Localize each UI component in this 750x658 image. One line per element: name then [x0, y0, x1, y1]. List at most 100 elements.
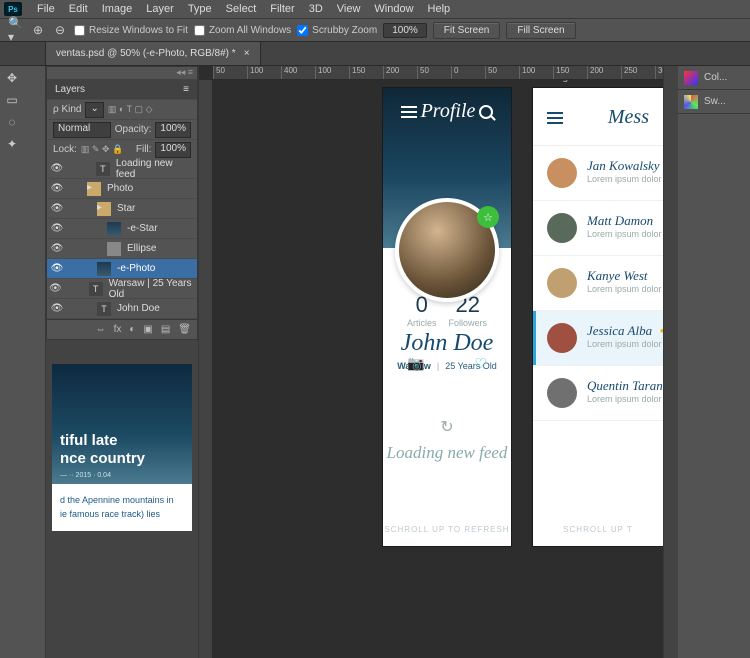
artboard-profile[interactable]: Profile Profile ☆ 0Articles 22Followers …: [383, 88, 511, 546]
menu-layer[interactable]: Layer: [139, 1, 181, 17]
artboard-messages-label: Messages: [533, 80, 579, 83]
layer-mask-icon[interactable]: ◐: [129, 324, 135, 335]
stat-followers-label: Followers: [448, 318, 487, 328]
delete-layer-icon[interactable]: 🗑: [178, 324, 191, 335]
message-name: Jan Kowalsky •: [587, 158, 663, 174]
layer-thumb: T: [97, 302, 111, 316]
message-name: Jessica Alba •: [587, 323, 663, 339]
layer-thumb: [97, 262, 111, 276]
layer-row[interactable]: 👁 -e-Photo: [47, 259, 197, 279]
dock-color[interactable]: Col...: [678, 66, 750, 90]
menu-type[interactable]: Type: [181, 1, 219, 17]
message-name: Quentin Taranti: [587, 378, 663, 394]
heart-icon: ♡: [474, 355, 487, 372]
menu-select[interactable]: Select: [219, 1, 264, 17]
menu-filter[interactable]: Filter: [263, 1, 301, 17]
ruler-horizontal: 5010040010015020050050100150200250300350…: [213, 66, 663, 80]
message-snippet: Lorem ipsum dolor sit: [587, 284, 663, 294]
lasso-tool-icon[interactable]: ◌: [2, 112, 22, 132]
profile-name: John Doe: [383, 330, 511, 357]
hamburger-icon: [401, 106, 417, 118]
lock-icons[interactable]: ▥ ✎ ✥ 🔒: [81, 144, 123, 155]
dock-swatches[interactable]: Sw...: [678, 90, 750, 114]
visibility-icon[interactable]: 👁: [47, 163, 67, 174]
scrubby-zoom-checkbox[interactable]: Scrubby Zoom: [297, 25, 377, 36]
zoom-all-checkbox[interactable]: Zoom All Windows: [194, 25, 291, 36]
menu-help[interactable]: Help: [421, 1, 458, 17]
menu-3d[interactable]: 3D: [302, 1, 330, 17]
layer-row[interactable]: 👁TJohn Doe: [47, 299, 197, 319]
fill-screen-button[interactable]: Fill Screen: [506, 22, 575, 39]
layer-name: Star: [117, 203, 135, 214]
fit-screen-button[interactable]: Fit Screen: [433, 22, 501, 39]
visibility-icon[interactable]: 👁: [47, 183, 67, 194]
zoom-tool-icon[interactable]: 🔍▾: [8, 22, 24, 38]
menu-edit[interactable]: Edit: [62, 1, 95, 17]
document-tab[interactable]: ventas.psd @ 50% (-e-Photo, RGB/8#) * ×: [46, 42, 261, 65]
close-tab-icon[interactable]: ×: [244, 48, 250, 59]
message-snippet: Lorem ipsum dolor sit: [587, 394, 663, 404]
refresh-hint: SCHROLL UP TO REFRESH: [383, 525, 511, 534]
visibility-icon[interactable]: 👁: [47, 303, 67, 314]
layer-row[interactable]: 👁 -e-Star: [47, 219, 197, 239]
fill-label: Fill:: [136, 144, 152, 155]
opacity-label: Opacity:: [115, 124, 152, 135]
layer-name: -e-Photo: [117, 263, 155, 274]
message-item[interactable]: Matt DamonLorem ipsum dolor sit: [533, 201, 663, 256]
visibility-icon[interactable]: 👁: [47, 203, 67, 214]
zoom-in-icon[interactable]: ⊕: [30, 22, 46, 38]
panel-menu-icon[interactable]: ≡: [183, 84, 189, 95]
visibility-icon[interactable]: 👁: [47, 223, 67, 234]
loading-spinner-icon: ↻: [383, 417, 511, 437]
message-item[interactable]: Kanye WestLorem ipsum dolor sit: [533, 256, 663, 311]
profile-age: 25 Years Old: [445, 361, 497, 371]
layer-thumb: ▸: [87, 182, 101, 196]
layer-row[interactable]: 👁Ellipse: [47, 239, 197, 259]
layer-thumb: T: [89, 282, 103, 296]
message-item[interactable]: Jessica Alba •Lorem ipsum dolor sit: [533, 311, 663, 366]
visibility-icon[interactable]: 👁: [47, 283, 64, 294]
artboard-messages[interactable]: Messages Mess Jan Kowalsky •Lorem ipsum …: [533, 88, 663, 546]
message-item[interactable]: Quentin TarantiLorem ipsum dolor sit: [533, 366, 663, 421]
blend-mode-select[interactable]: Normal: [53, 122, 111, 138]
preview-body-2: ie famous race track) lies: [60, 508, 184, 522]
menu-window[interactable]: Window: [367, 1, 420, 17]
collapsed-dock[interactable]: [664, 66, 678, 658]
message-item[interactable]: Jan Kowalsky •Lorem ipsum dolor sit: [533, 146, 663, 201]
layers-panel: ◂◂ ≡ Layers≡ ρ Kind ⌄ ▥ ◐ T ▢ ◇ Normal O…: [46, 66, 198, 340]
zoom-percent-field[interactable]: 100%: [383, 23, 427, 38]
opacity-field[interactable]: 100%: [155, 122, 191, 138]
layers-footer: ⇔ fx ◐ ▣ ▤ 🗑: [47, 319, 197, 339]
preview-date: — ·· 2015 · 0.04: [60, 472, 184, 479]
document-title: ventas.psd @ 50% (-e-Photo, RGB/8#) *: [56, 48, 236, 59]
zoom-out-icon[interactable]: ⊖: [52, 22, 68, 38]
stat-articles-label: Articles: [407, 318, 437, 328]
profile-heading: Profile: [421, 100, 476, 123]
link-layers-icon[interactable]: ⇔: [96, 324, 106, 335]
layer-row[interactable]: 👁▸Photo: [47, 179, 197, 199]
layer-fx-icon[interactable]: fx: [114, 324, 122, 335]
layer-row[interactable]: 👁TWarsaw | 25 Years Old: [47, 279, 197, 299]
menu-view[interactable]: View: [330, 1, 368, 17]
layer-thumb: [107, 242, 121, 256]
fill-field[interactable]: 100%: [155, 142, 191, 158]
layer-filter-icons[interactable]: ▥ ◐ T ▢ ◇: [108, 104, 153, 115]
tools-panel: ✥ ▭ ◌ ✦: [0, 66, 46, 658]
move-tool-icon[interactable]: ✥: [2, 68, 22, 88]
visibility-icon[interactable]: 👁: [47, 263, 67, 274]
layer-kind-select[interactable]: ⌄: [85, 102, 103, 118]
preview-headline-1: tiful late: [60, 432, 118, 449]
resize-windows-checkbox[interactable]: Resize Windows to Fit: [74, 25, 188, 36]
layer-row[interactable]: 👁TLoading new feed: [47, 159, 197, 179]
menu-file[interactable]: File: [30, 1, 62, 17]
visibility-icon[interactable]: 👁: [47, 243, 67, 254]
marquee-tool-icon[interactable]: ▭: [2, 90, 22, 110]
layer-name: -e-Star: [127, 223, 158, 234]
wand-tool-icon[interactable]: ✦: [2, 134, 22, 154]
canvas-area[interactable]: 5010040010015020050050100150200250300350…: [198, 66, 664, 658]
new-group-icon[interactable]: ▣: [143, 324, 152, 335]
document-tab-row: ventas.psd @ 50% (-e-Photo, RGB/8#) * ×: [0, 42, 750, 66]
menu-image[interactable]: Image: [95, 1, 140, 17]
layer-row[interactable]: 👁▸Star: [47, 199, 197, 219]
new-layer-icon[interactable]: ▤: [161, 324, 170, 335]
